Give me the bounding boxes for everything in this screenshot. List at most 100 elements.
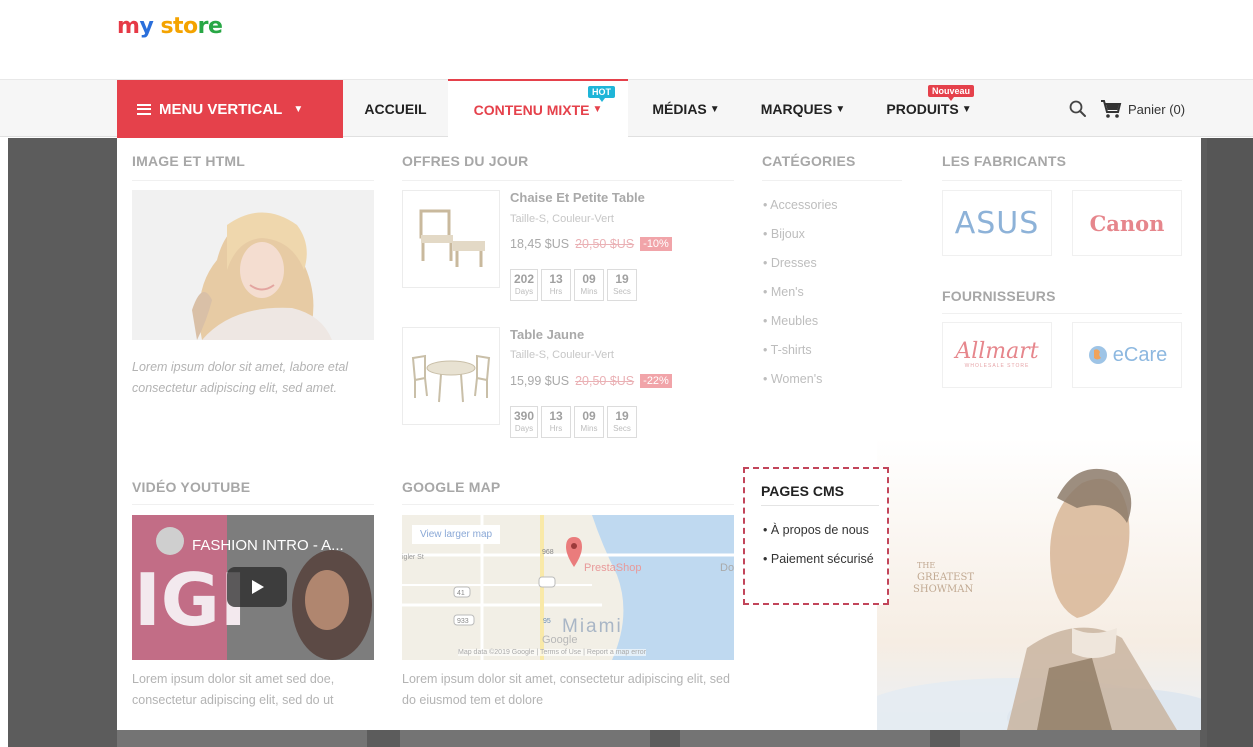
nav-item-label: MÉDIAS bbox=[652, 101, 707, 117]
map-road-label: 41 bbox=[457, 590, 465, 597]
google-map[interactable]: 968 41 933 95 igler St Do PrestaShop Mia… bbox=[402, 515, 734, 660]
category-link[interactable]: Dresses bbox=[763, 254, 838, 283]
chevron-down-icon: ▼ bbox=[835, 103, 846, 115]
map-road-label: 968 bbox=[542, 549, 554, 556]
product-price: 15,99 $US bbox=[510, 374, 570, 388]
nav-item-accueil[interactable]: ACCUEIL bbox=[343, 80, 448, 138]
cms-link-secure-payment[interactable]: Paiement sécurisé bbox=[763, 552, 874, 581]
product-name[interactable]: Table Jaune bbox=[510, 327, 584, 342]
countdown-value: 13 bbox=[549, 409, 563, 423]
brand-canon[interactable]: Canon bbox=[1072, 190, 1182, 256]
page-edge bbox=[1207, 138, 1253, 747]
video-caption: FASHION INTRO - A... bbox=[192, 537, 344, 554]
table-chairs-image bbox=[411, 354, 491, 403]
countdown-minutes: 09 Mins bbox=[574, 269, 604, 301]
countdown-value: 13 bbox=[549, 272, 563, 286]
search-icon[interactable] bbox=[1068, 99, 1088, 119]
deals-title: OFFRES DU JOUR bbox=[402, 153, 529, 169]
map-place-label: Do bbox=[720, 562, 734, 574]
countdown-unit: Hrs bbox=[549, 287, 563, 296]
nav-item-label: ACCUEIL bbox=[364, 101, 427, 117]
model-photo bbox=[132, 190, 374, 340]
countdown-unit: Mins bbox=[580, 424, 598, 433]
category-link[interactable]: Men's bbox=[763, 283, 838, 312]
countdown-value: 09 bbox=[582, 409, 596, 423]
cart-button[interactable]: Panier (0) bbox=[1100, 80, 1185, 138]
countdown-timer: 202 Days 13 Hrs 09 Mins 19 Secs bbox=[510, 269, 637, 301]
main-nav: MENU VERTICAL ▼ ACCUEIL HOT CONTENU MIXT… bbox=[0, 79, 1253, 138]
manufacturers-title: LES FABRICANTS bbox=[942, 153, 1067, 169]
vertical-menu-button[interactable]: MENU VERTICAL ▼ bbox=[117, 80, 343, 138]
cart-label: Panier (0) bbox=[1128, 101, 1186, 117]
nav-item-contenu-mixte[interactable]: HOT CONTENU MIXTE ▼ bbox=[448, 79, 628, 138]
discount-badge: -22% bbox=[640, 374, 672, 388]
view-larger-map-link[interactable]: View larger map bbox=[412, 525, 501, 544]
chevron-down-icon: ▼ bbox=[592, 104, 603, 115]
cart-icon bbox=[1101, 100, 1122, 118]
product-old-price: 20,50 $US bbox=[575, 374, 635, 388]
category-link[interactable]: Accessories bbox=[763, 196, 837, 225]
map-footer: Map data ©2019 Google | Terms of Use | R… bbox=[458, 649, 647, 656]
countdown-unit: Secs bbox=[613, 424, 631, 433]
countdown-unit: Days bbox=[514, 287, 534, 296]
map-road-label: 95 bbox=[543, 618, 551, 625]
category-link[interactable]: T-shirts bbox=[763, 341, 838, 370]
product-price: 18,45 $US bbox=[510, 237, 570, 251]
countdown-unit: Days bbox=[514, 424, 534, 433]
countdown-days: 202 Days bbox=[510, 269, 538, 301]
hot-badge: HOT bbox=[588, 86, 615, 102]
countdown-value: 390 bbox=[513, 409, 535, 423]
countdown-value: 09 bbox=[582, 272, 596, 286]
nav-item-label: PRODUITS bbox=[886, 101, 959, 117]
google-map-logo: Google bbox=[542, 634, 577, 646]
youtube-video[interactable]: IGI FASHION INTRO - A... bbox=[132, 515, 374, 660]
ecare-globe-icon bbox=[1088, 346, 1107, 364]
map-road-label: 933 bbox=[457, 618, 469, 625]
chevron-down-icon: ▼ bbox=[293, 103, 304, 115]
brand-allmart[interactable]: Allmart WHOLESALE STORE bbox=[942, 322, 1052, 388]
site-header: my store bbox=[0, 0, 1253, 79]
poster-title-line: GREATEST bbox=[917, 572, 974, 583]
column-divider bbox=[402, 180, 734, 181]
nav-item-label: CONTENU MIXTE bbox=[473, 101, 590, 118]
category-link[interactable]: Meubles bbox=[763, 312, 838, 341]
nav-item-produits[interactable]: Nouveau PRODUITS ▼ bbox=[864, 80, 994, 138]
countdown-seconds: 19 Secs bbox=[607, 269, 637, 301]
categories-title: CATÉGORIES bbox=[762, 153, 856, 169]
play-icon bbox=[252, 580, 264, 594]
mega-menu-panel: THE GREATEST SHOWMAN IMAGE ET HTML Lorem… bbox=[117, 138, 1201, 730]
countdown-value: 202 bbox=[513, 272, 535, 286]
chevron-down-icon: ▼ bbox=[961, 103, 972, 115]
chair-table-image bbox=[419, 209, 485, 267]
brand-asus[interactable]: ASUS bbox=[942, 190, 1052, 256]
column-divider bbox=[402, 504, 734, 505]
poster-title-line: SHOWMAN bbox=[913, 584, 974, 595]
cms-pages-box: PAGES CMS À propos de nous Paiement sécu… bbox=[743, 467, 889, 605]
logo-text-part: sto bbox=[153, 14, 198, 39]
logo-text-part: y bbox=[139, 14, 154, 39]
brand-ecare[interactable]: eCare bbox=[1072, 322, 1182, 388]
countdown-value: 19 bbox=[615, 272, 629, 286]
countdown-unit: Secs bbox=[613, 287, 631, 296]
cms-link-about[interactable]: À propos de nous bbox=[763, 523, 874, 552]
product-old-price: 20,50 $US bbox=[575, 237, 635, 251]
category-list: Accessories Bijoux Dresses Men's Meubles… bbox=[763, 196, 838, 399]
nav-item-marques[interactable]: MARQUES ▼ bbox=[742, 80, 864, 138]
column-divider bbox=[942, 180, 1182, 181]
category-link[interactable]: Women's bbox=[763, 370, 838, 399]
vertical-menu-label: MENU VERTICAL bbox=[159, 100, 283, 118]
image-html-text: Lorem ipsum dolor sit amet, labore etal … bbox=[132, 360, 349, 395]
product-image[interactable] bbox=[402, 190, 500, 288]
countdown-value: 19 bbox=[615, 409, 629, 423]
product-image[interactable] bbox=[402, 327, 500, 425]
cms-list: À propos de nous Paiement sécurisé bbox=[763, 523, 874, 581]
store-logo[interactable]: my store bbox=[117, 14, 223, 39]
discount-badge: -10% bbox=[640, 237, 672, 251]
page-edge bbox=[0, 138, 8, 747]
product-name[interactable]: Chaise Et Petite Table bbox=[510, 190, 645, 205]
image-html-title: IMAGE ET HTML bbox=[132, 153, 246, 169]
nav-item-medias[interactable]: MÉDIAS ▼ bbox=[630, 80, 742, 138]
play-button[interactable] bbox=[227, 567, 287, 607]
countdown-seconds: 19 Secs bbox=[607, 406, 637, 438]
category-link[interactable]: Bijoux bbox=[763, 225, 838, 254]
